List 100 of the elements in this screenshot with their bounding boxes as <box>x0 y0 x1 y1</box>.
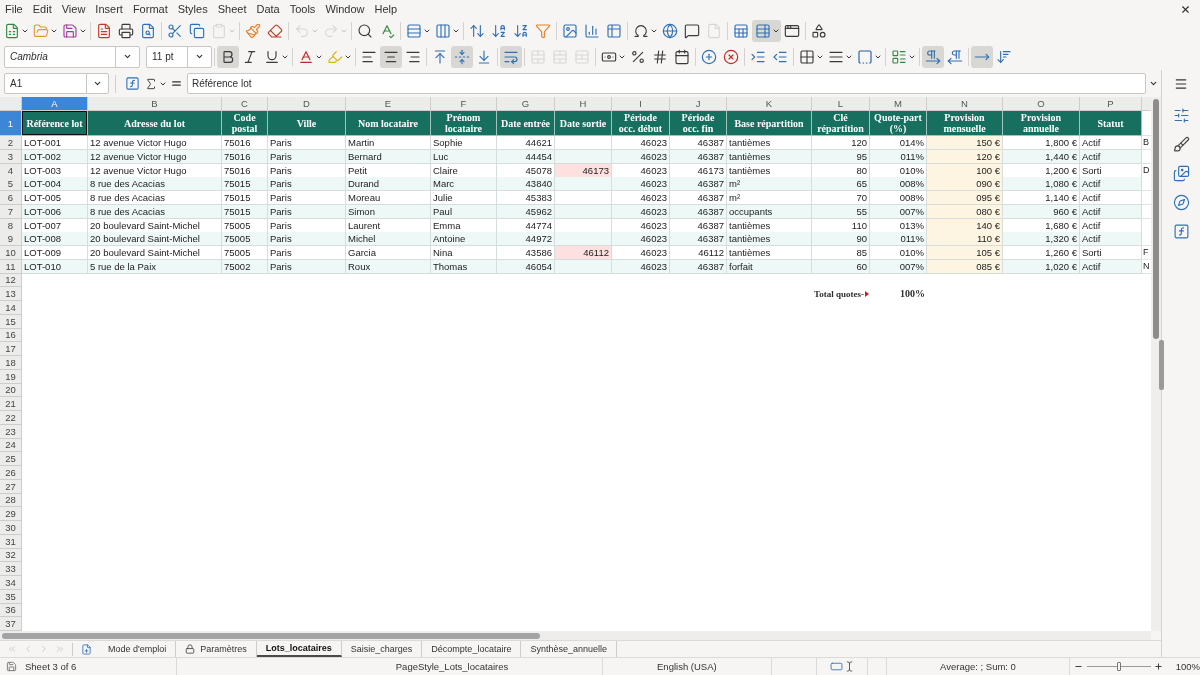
sheet-tab[interactable]: Lots_locataires <box>256 641 342 657</box>
menu-item[interactable]: Help <box>369 1 403 17</box>
font-name-field[interactable]: Cambria <box>4 45 140 68</box>
column-heading: Provision mensuelle <box>927 111 1003 136</box>
row-header[interactable]: 14 <box>0 301 22 315</box>
menu-item[interactable]: Data <box>251 1 285 17</box>
table-cell: LOT-004 <box>22 177 88 192</box>
menu-item[interactable]: Tools <box>284 1 321 17</box>
column-heading: Statut <box>1080 111 1142 136</box>
row-header[interactable]: 33 <box>0 562 22 576</box>
column-header[interactable]: A <box>22 97 88 111</box>
menu-item[interactable]: Format <box>127 1 173 17</box>
table-cell: 1,140 € <box>1003 191 1080 205</box>
column-header[interactable]: F <box>431 97 497 111</box>
table-cell: Actif <box>1080 191 1142 205</box>
formula-input-field[interactable]: Référence lot <box>187 73 1146 94</box>
row-header[interactable]: 21 <box>0 397 22 411</box>
row-header[interactable]: 30 <box>0 521 22 535</box>
column-header[interactable]: H <box>555 97 612 111</box>
menu-item[interactable]: Styles <box>172 1 213 17</box>
column-header[interactable]: P <box>1080 97 1142 111</box>
column-header[interactable]: I <box>612 97 670 111</box>
zoom-in-button[interactable] <box>1153 660 1164 673</box>
table-cell: LOT-005 <box>22 191 88 205</box>
table-cell: LOT-008 <box>22 232 88 247</box>
sheet-tab[interactable]: Saisie_charges <box>341 641 423 657</box>
row-header[interactable]: 5 <box>0 177 22 192</box>
slider-thumb[interactable] <box>1116 662 1121 671</box>
sidebar-handle[interactable] <box>1159 340 1164 390</box>
column-header[interactable]: D <box>268 97 346 111</box>
sheet-tab[interactable]: Synthèse_annuelle <box>521 641 617 657</box>
table-cell: Marc <box>431 177 497 192</box>
row-header[interactable]: 25 <box>0 452 22 466</box>
menu-item[interactable]: Insert <box>90 1 128 17</box>
table-cell: 014% <box>870 136 927 150</box>
page-style: PageStyle_Lots_locataires <box>395 660 509 673</box>
menu-item[interactable]: File <box>0 1 28 17</box>
row-header[interactable]: 37 <box>0 617 22 631</box>
row-header[interactable]: 6 <box>0 191 22 205</box>
column-header[interactable]: L <box>812 97 870 111</box>
column-header[interactable]: N <box>927 97 1003 111</box>
menu-item[interactable]: Edit <box>27 1 57 17</box>
menu-item[interactable]: Sheet <box>212 1 252 17</box>
row-header[interactable]: 29 <box>0 507 22 521</box>
table-cell: 008% <box>870 177 927 192</box>
table-cell: 1,260 € <box>1003 246 1080 260</box>
table-cell: Garcia <box>346 246 431 260</box>
selection-mode-button[interactable] <box>829 660 855 673</box>
row-header[interactable]: 2 <box>0 136 22 150</box>
column-header[interactable]: M <box>870 97 927 111</box>
table-cell: 44972 <box>497 232 555 247</box>
sheet-tab[interactable]: Paramètres <box>176 641 257 657</box>
table-cell: 75005 <box>222 246 268 260</box>
table-cell: 1,080 € <box>1003 177 1080 192</box>
table-cell: Sorti <box>1080 246 1142 260</box>
sheet-tab[interactable]: Décompte_locataire <box>422 641 522 657</box>
zoom-slider[interactable] <box>1086 662 1151 671</box>
table-cell: 46387 <box>670 177 727 192</box>
row-header[interactable]: 26 <box>0 466 22 480</box>
column-header[interactable]: O <box>1003 97 1080 111</box>
row-header[interactable]: 34 <box>0 576 22 590</box>
column-header[interactable]: E <box>346 97 431 111</box>
name-box[interactable]: A1 <box>4 73 109 94</box>
scrollbar-thumb[interactable] <box>2 632 540 639</box>
row-header[interactable]: 13 <box>0 287 22 301</box>
caret-icon <box>1148 79 1158 88</box>
table-cell: Michel <box>346 232 431 247</box>
column-header[interactable]: G <box>497 97 555 111</box>
row-header[interactable]: 10 <box>0 246 22 260</box>
row-header[interactable]: 1 <box>0 111 22 136</box>
table-cell: 75015 <box>222 191 268 205</box>
column-header[interactable]: K <box>727 97 812 111</box>
row-header[interactable]: 18 <box>0 356 22 370</box>
sheet-position: Sheet 3 of 6 <box>25 660 77 673</box>
horizontal-scrollbar[interactable] <box>0 631 1151 640</box>
row-header[interactable]: 9 <box>0 232 22 247</box>
table-cell: 110 € <box>927 232 1003 247</box>
table-cell: 46023 <box>612 136 670 150</box>
lock-icon <box>185 644 196 654</box>
table-cell: 46387 <box>670 232 727 247</box>
freeze-button[interactable] <box>752 19 781 42</box>
font-size-field[interactable]: 11 pt <box>146 45 212 68</box>
column-header[interactable]: C <box>222 97 268 111</box>
row-header[interactable]: 22 <box>0 411 22 425</box>
menu-item[interactable]: Window <box>320 1 370 17</box>
row-header[interactable]: 17 <box>0 342 22 356</box>
sheet-tab[interactable]: Mode d'emploi <box>99 641 177 657</box>
column-header[interactable]: B <box>88 97 222 111</box>
vertical-scrollbar[interactable] <box>1151 97 1161 631</box>
table-cell: LOT-001 <box>22 136 88 150</box>
table-cell: 011% <box>870 232 927 247</box>
caret-icon <box>93 79 102 88</box>
scrollbar-thumb[interactable] <box>1153 99 1159 339</box>
close-icon <box>1179 3 1191 15</box>
menu-item[interactable]: View <box>56 1 91 17</box>
column-heading: Provision annuelle <box>1003 111 1080 136</box>
language: English (USA) <box>657 660 717 673</box>
total-label: Total quotes- <box>814 288 864 301</box>
column-header[interactable]: J <box>670 97 727 111</box>
table-cell: Actif <box>1080 177 1142 192</box>
